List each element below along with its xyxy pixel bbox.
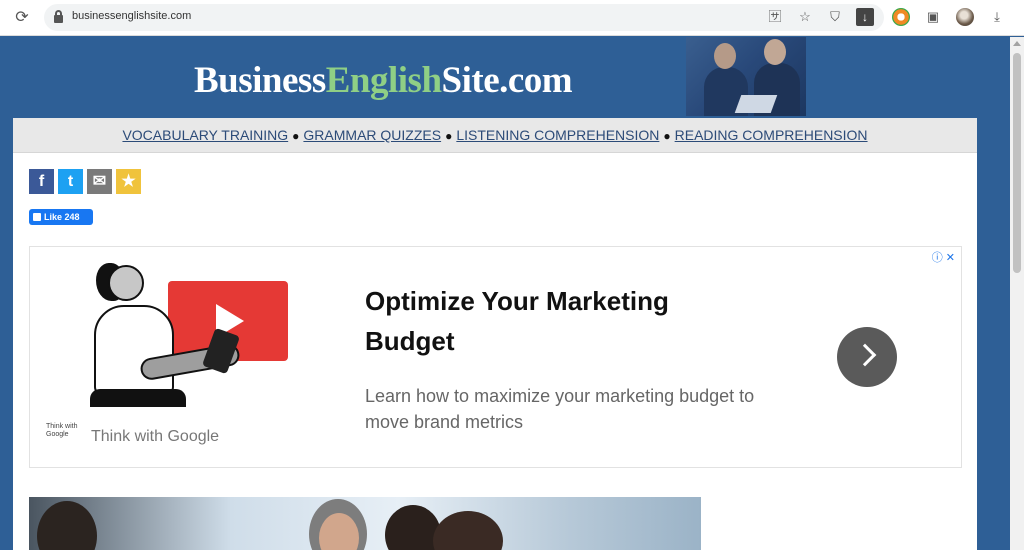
bookmark-star-icon[interactable]: ★ (116, 169, 141, 194)
advertisement[interactable]: ⓘ ✕ Optimize Your Marketing Budget Learn… (29, 246, 962, 468)
scroll-up-icon[interactable] (1013, 41, 1021, 46)
extension-icon[interactable] (892, 8, 910, 26)
address-bar[interactable]: businessenglishsite.com 🈂 ☆ ⛉ ↓ (44, 4, 884, 31)
profile-avatar[interactable] (956, 8, 974, 26)
nav-separator: ● (445, 129, 453, 143)
browser-toolbar: ⟳ businessenglishsite.com 🈂 ☆ ⛉ ↓ ▣ ⤓ (0, 0, 1024, 36)
email-icon[interactable]: ✉ (87, 169, 112, 194)
ad-brand: Think with Google (91, 428, 220, 445)
article-photo (29, 497, 701, 550)
chevron-right-icon (853, 343, 877, 367)
share-buttons: f t ✉ ★ (29, 169, 141, 194)
thumbs-up-icon (33, 213, 41, 221)
shield-icon[interactable]: ⛉ (826, 8, 844, 26)
logo-site: Site.com (441, 60, 573, 101)
think-with-google-logo: Think with Google (46, 423, 78, 438)
logo-business: Business (194, 60, 326, 101)
facebook-like-button[interactable]: Like 248 (29, 209, 93, 225)
downloads-icon[interactable]: ⤓ (988, 8, 1006, 26)
puzzle-icon[interactable]: ▣ (924, 8, 942, 26)
star-icon[interactable]: ☆ (796, 8, 814, 26)
ad-next-button[interactable] (837, 327, 897, 387)
nav-bar: VOCABULARY TRAINING ● GRAMMAR QUIZZES ● LIST… (13, 118, 977, 153)
nav-reading-comprehension[interactable]: READING COMPREHENSION (675, 127, 868, 143)
ad-description: Learn how to maximize your marketing bud… (365, 386, 755, 432)
twitter-icon[interactable]: t (58, 169, 83, 194)
ad-illustration (88, 255, 298, 415)
page-scrollbar[interactable] (1010, 37, 1024, 550)
content-panel: VOCABULARY TRAINING ● GRAMMAR QUIZZES ● LIST… (13, 118, 977, 550)
nav-grammar-quizzes[interactable]: GRAMMAR QUIZZES (303, 127, 441, 143)
nav-listening-comprehension[interactable]: LISTENING COMPREHENSION (456, 127, 659, 143)
page-body: BusinessEnglishSite.com VOCABULARY TRAIN… (0, 37, 1010, 550)
download-icon[interactable]: ↓ (856, 8, 874, 26)
url-text[interactable]: businessenglishsite.com (72, 10, 191, 22)
nav-vocabulary-training[interactable]: VOCABULARY TRAINING (122, 127, 288, 143)
ad-choices-icon[interactable]: ⓘ ✕ (932, 249, 955, 265)
lock-icon (54, 10, 63, 23)
nav-separator: ● (292, 129, 300, 143)
like-label: Like 248 (44, 212, 80, 222)
ad-title[interactable]: Optimize Your Marketing Budget (365, 281, 725, 361)
scrollbar-thumb[interactable] (1013, 53, 1021, 273)
reload-icon[interactable]: ⟳ (12, 8, 32, 28)
header-photo (686, 37, 806, 116)
site-logo[interactable]: BusinessEnglishSite.com (194, 59, 573, 102)
nav-separator: ● (663, 129, 671, 143)
logo-english: English (325, 60, 442, 101)
translate-icon[interactable]: 🈂 (766, 8, 784, 26)
facebook-icon[interactable]: f (29, 169, 54, 194)
